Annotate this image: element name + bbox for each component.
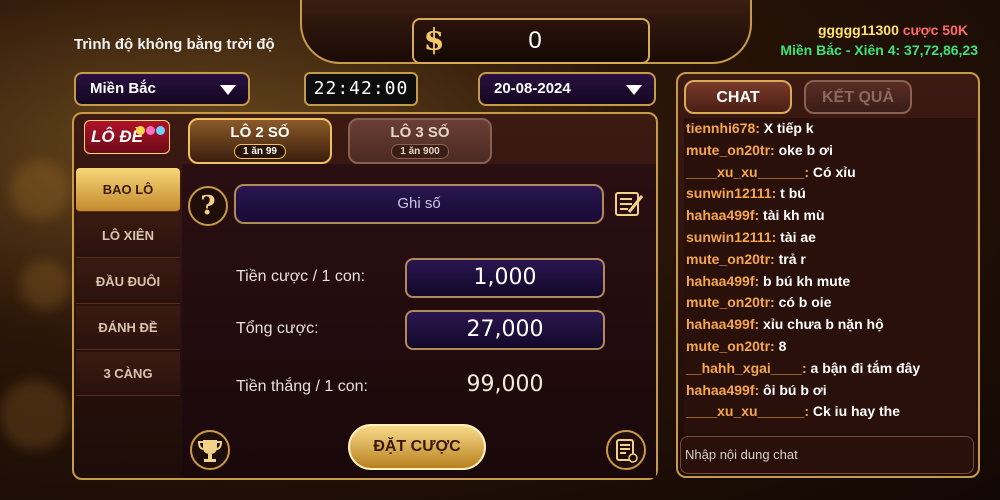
chat-message: hahaa499f: tài kh mù (684, 205, 976, 227)
chat-text: ôi bú b ơi (759, 381, 827, 398)
chat-message: mute_on20tr: trả r (684, 249, 976, 271)
chat-text: Ck iu hay the (809, 403, 901, 420)
chevron-down-icon (626, 85, 642, 95)
lottery-balls-icon (136, 120, 166, 139)
chat-username: mute_on20tr: (686, 337, 775, 354)
tab-chat[interactable]: CHAT (684, 80, 792, 114)
tab-results[interactable]: KẾT QUẢ (804, 80, 912, 114)
side-item-danh-de[interactable]: ĐÁNH ĐỀ (76, 306, 180, 350)
chat-message: __hahh_xgai____: a bận đi tắm đây (684, 358, 976, 380)
chat-text: oke b ơi (774, 141, 833, 158)
date-value: 20-08-2024 (494, 80, 571, 97)
history-icon[interactable] (606, 430, 646, 470)
chat-message: sunwin12111: tài ae (684, 227, 976, 249)
chat-message: hahaa499f: b bú kh mute (684, 271, 976, 293)
chat-username: hahaa499f: (686, 316, 760, 333)
chat-username: hahaa499f: (686, 272, 760, 289)
win-per-value: 99,000 (466, 372, 544, 397)
bet-per-label: Tiền cược / 1 con: (236, 268, 366, 285)
news-user: ggggg11300 (817, 22, 899, 38)
number-input[interactable]: Ghi số (234, 184, 604, 224)
chat-text: a bận đi tắm đây (806, 359, 921, 376)
chat-message: ____xu_xu______: Ck iu hay the (684, 401, 976, 423)
chat-input[interactable]: Nhập nội dung chat (680, 436, 974, 474)
chat-username: __hahh_xgai____: (686, 359, 807, 376)
chat-text: xỉu chưa b nặn hộ (759, 316, 884, 333)
chat-message: tiennhi678: X tiếp k (684, 118, 976, 140)
chat-message: ____xu_xu______: Có xỉu (684, 162, 976, 184)
background-bokeh (10, 160, 70, 220)
chat-message: mute_on20tr: 8 (684, 336, 976, 358)
chat-text: Có xỉu (809, 163, 856, 180)
side-item-3-cang[interactable]: 3 CÀNG (76, 352, 180, 396)
side-menu: BAO LÔ LÔ XIÊN ĐẦU ĐUÔI ĐÁNH ĐỀ 3 CÀNG (76, 168, 180, 398)
total-bet-value: 27,000 (405, 310, 605, 350)
tab-lo-3-so[interactable]: LÔ 3 SỐ 1 ăn 900 (348, 118, 492, 164)
side-item-dau-duoi[interactable]: ĐẦU ĐUÔI (76, 260, 180, 304)
tab-odds: 1 ăn 900 (391, 144, 449, 159)
place-bet-button[interactable]: ĐẶT CƯỢC (348, 424, 486, 470)
side-item-bao-lo[interactable]: BAO LÔ (76, 168, 180, 212)
background-bokeh (20, 260, 70, 310)
chat-username: ____xu_xu______: (686, 403, 809, 420)
side-item-lo-xien[interactable]: LÔ XIÊN (76, 214, 180, 258)
bet-per-value[interactable]: 1,000 (405, 258, 605, 298)
region-dropdown[interactable]: Miền Bắc (74, 72, 250, 106)
chat-text: t bú (776, 185, 806, 202)
chat-message: sunwin12111: t bú (684, 183, 976, 205)
chat-text: 8 (774, 337, 787, 354)
background-bokeh (0, 380, 70, 450)
tab-lo-2-so[interactable]: LÔ 2 SỐ 1 ăn 99 (188, 118, 332, 164)
chat-username: sunwin12111: (686, 185, 777, 202)
chat-username: hahaa499f: (686, 207, 760, 224)
chat-username: mute_on20tr: (686, 294, 775, 311)
chat-text: b bú kh mute (759, 272, 851, 289)
chat-username: mute_on20tr: (686, 141, 775, 158)
chevron-down-icon (220, 85, 236, 95)
chat-message: mute_on20tr: oke b ơi (684, 140, 976, 162)
chat-text: có b oie (774, 294, 832, 311)
tab-label: LÔ 3 SỐ (390, 124, 450, 141)
balance-value: 0 (528, 27, 542, 54)
chat-username: mute_on20tr: (686, 250, 775, 267)
chat-text: trả r (774, 250, 806, 267)
region-value: Miền Bắc (90, 80, 156, 97)
news-ticker-bet: ggggg11300 cược 50K (818, 22, 968, 38)
chat-text: X tiếp k (759, 120, 814, 136)
chat-message: hahaa499f: ôi bú b ơi (684, 380, 976, 402)
help-icon[interactable]: ? (188, 186, 228, 226)
chat-text: tài kh mù (759, 207, 825, 224)
win-per-label: Tiền thắng / 1 con: (236, 378, 368, 395)
news-bet: cược 50K (902, 22, 968, 38)
chat-username: hahaa499f: (686, 381, 760, 398)
chat-message: hahaa499f: xỉu chưa b nặn hộ (684, 314, 976, 336)
total-bet-label: Tổng cược: (236, 320, 319, 337)
tab-odds: 1 ăn 99 (234, 144, 286, 159)
chat-username: sunwin12111: (686, 228, 777, 245)
chat-message: mute_on20tr: có b oie (684, 292, 976, 314)
news-ticker-result: Miền Bắc - Xiên 4: 37,72,86,23 (780, 42, 978, 58)
dollar-icon: $ (423, 23, 445, 58)
chat-username: tiennhi678: (686, 120, 760, 136)
chat-message-list[interactable]: tiennhi678: X tiếp k mute_on20tr: oke b … (684, 118, 976, 434)
countdown-clock: 22:42:00 (304, 72, 418, 106)
level-text: Trình độ không bằng trời độ (74, 36, 275, 53)
tab-label: LÔ 2 SỐ (230, 124, 290, 141)
chat-text: tài ae (776, 228, 816, 245)
trophy-icon[interactable] (190, 430, 230, 470)
edit-icon[interactable] (614, 190, 644, 218)
chat-username: ____xu_xu______: (686, 163, 809, 180)
date-dropdown[interactable]: 20-08-2024 (478, 72, 656, 106)
